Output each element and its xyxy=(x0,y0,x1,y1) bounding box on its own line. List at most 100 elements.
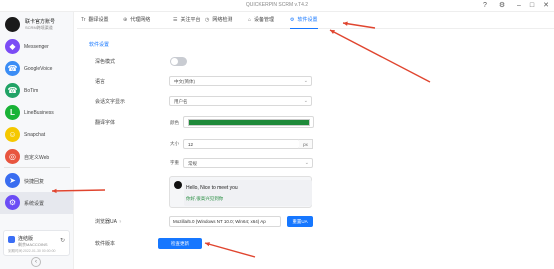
check-update-button[interactable]: 检查更新 xyxy=(158,238,202,249)
language-select[interactable]: 中文(简体) ⌄ xyxy=(169,76,312,86)
sidebar-item-label: LineBusiness xyxy=(24,110,54,116)
tab[interactable]: ◷ 网络检测 xyxy=(205,16,232,29)
color-label: 颜色 xyxy=(170,120,179,125)
preview-translation: 你好,很高兴见到你 xyxy=(186,196,224,201)
tab-label: 代理网络 xyxy=(130,17,151,23)
chevron-down-icon: ⌄ xyxy=(304,160,309,166)
tab-label: 设备管理 xyxy=(254,17,275,23)
minimize-button[interactable]: – xyxy=(514,1,524,11)
annotation-arrows xyxy=(51,21,431,258)
preview-bubble xyxy=(184,180,312,206)
profile-subtitle: SCRM跨境渠道 xyxy=(25,25,53,30)
translation-font-label: 翻译字体 xyxy=(95,120,116,126)
language-value: 中文(简体) xyxy=(174,79,195,84)
section-title: 软件设置 xyxy=(89,42,110,48)
sidebar-item[interactable]: ☎ BoTim xyxy=(0,80,73,102)
sidebar-item[interactable]: ⚙ 系统设置 xyxy=(0,192,73,214)
close-button[interactable]: ✕ xyxy=(541,1,551,11)
tab[interactable]: ⚙ 软件设置 xyxy=(290,16,318,29)
weight-label: 字重 xyxy=(170,160,179,165)
profile[interactable]: 联卡官方账号 SCRM跨境渠道 xyxy=(3,14,73,36)
color-swatch[interactable] xyxy=(188,119,310,126)
tab-bar: Tr 翻译设置 ⊕ 代理网络 ☰ 关注平台 ◷ 网络检测 ⌂ 设备管理 ⚙ 软件设置 xyxy=(77,12,554,29)
language-label: 语言 xyxy=(95,79,106,85)
annotation-arrowhead xyxy=(330,30,335,35)
tab-icon: ⊕ xyxy=(123,17,128,23)
dark-mode-toggle[interactable] xyxy=(170,57,187,66)
dark-mode-label: 深色模式 xyxy=(95,59,116,65)
sidebar-divider xyxy=(4,167,70,168)
annotation-arrow xyxy=(329,29,431,83)
maximize-button[interactable]: □ xyxy=(527,1,537,11)
size-unit: px xyxy=(299,139,313,149)
settings-icon: ⚙ xyxy=(5,195,20,210)
sidebar-item[interactable]: ◎ 自定义Web xyxy=(0,146,73,168)
tab[interactable]: ⌂ 设备管理 xyxy=(248,16,274,29)
sidebar-item-label: 快捷回复 xyxy=(24,179,45,185)
sidebar-item[interactable]: L LineBusiness xyxy=(0,102,73,124)
session-display-select[interactable]: 用户名 ⌄ xyxy=(169,96,312,106)
collapse-sidebar-button[interactable]: ‹ xyxy=(31,257,41,267)
profile-name: 联卡官方账号 xyxy=(25,19,56,25)
quick-reply-icon: ➤ xyxy=(5,173,20,188)
translation-preview: Hello, Nice to meet you 你好,很高兴见到你 xyxy=(169,176,312,208)
help-icon[interactable]: ? xyxy=(119,219,121,224)
tab[interactable]: ⊕ 代理网络 xyxy=(123,16,150,29)
tab[interactable]: ☰ 关注平台 xyxy=(173,16,201,29)
weight-select[interactable]: 常规 ⌄ xyxy=(183,158,313,168)
sidebar-item[interactable]: ◆ Messenger xyxy=(0,36,73,58)
sidebar-item-label: Messenger xyxy=(24,44,49,50)
botim-icon: ☎ xyxy=(5,83,20,98)
tab-icon: ⚙ xyxy=(290,17,295,23)
plan-title: 连结版 xyxy=(18,236,34,242)
annotation-arrowhead xyxy=(205,242,210,247)
sidebar-item-label: GoogleVoice xyxy=(24,66,53,72)
tab-label: 关注平台 xyxy=(180,17,201,23)
tab-icon: ⌂ xyxy=(248,17,252,23)
window-title: QUICKERPIN SCRM v.T4.2 xyxy=(245,2,309,8)
session-display-value: 用户名 xyxy=(174,99,188,104)
tab-label: 翻译设置 xyxy=(88,17,109,23)
tab-label: 软件设置 xyxy=(297,17,318,23)
software-version-label: 软件版本 xyxy=(95,241,116,247)
size-label: 大小 xyxy=(170,141,179,146)
sidebar-item[interactable]: ☺ Snapchat xyxy=(0,124,73,146)
reset-ua-button[interactable]: 重置UA xyxy=(287,216,313,227)
chrome-icon: ◎ xyxy=(5,149,20,164)
sidebar-item-label: BoTim xyxy=(24,88,39,94)
weight-value: 常规 xyxy=(188,161,197,166)
line-icon: L xyxy=(5,105,20,120)
sidebar: 联卡官方账号 SCRM跨境渠道 ◆ Messenger ☎ GoogleVoice ☎ B… xyxy=(0,12,74,269)
chevron-down-icon: ⌄ xyxy=(303,78,308,84)
sidebar-item-label: Snapchat xyxy=(24,132,46,138)
sidebar-item[interactable]: ☎ GoogleVoice xyxy=(0,58,73,80)
avatar xyxy=(5,17,20,32)
preview-message: Hello, Nice to meet you xyxy=(186,185,238,191)
browser-ua-input[interactable]: Mozilla/5.0 (Windows NT 10.0; Win64; x64… xyxy=(169,216,281,227)
messenger-icon: ◆ xyxy=(5,39,20,54)
gear-icon[interactable]: ⚙ xyxy=(497,1,507,11)
plan-expiry: 到期时间:2022-01-30 00:00:00 xyxy=(8,249,56,253)
session-display-label: 会话文字显示 xyxy=(95,99,126,105)
size-input[interactable]: 12 xyxy=(183,139,300,149)
title-bar: QUICKERPIN SCRM v.T4.2 ? ⚙ – □ ✕ xyxy=(0,0,554,12)
sidebar-item[interactable]: ➤ 快捷回复 xyxy=(0,170,73,192)
refresh-icon[interactable]: ↻ xyxy=(60,237,65,244)
tab-icon: ☰ xyxy=(173,17,178,23)
googlevoice-icon: ☎ xyxy=(5,61,20,76)
tab-label: 网络检测 xyxy=(212,17,233,23)
snapchat-icon: ☺ xyxy=(5,127,20,142)
tab-icon: Tr xyxy=(81,17,86,23)
preview-avatar xyxy=(174,181,182,189)
browser-ua-label: 浏览器UA? xyxy=(95,218,121,225)
plan-card[interactable]: 连结版 剩余MACCOINS 到期时间:2022-01-30 00:00:00 … xyxy=(3,230,70,256)
sidebar-item-label: 自定义Web xyxy=(24,155,50,161)
tab-icon: ◷ xyxy=(205,17,210,23)
annotation-arrow xyxy=(204,242,256,258)
sidebar-item-label: 系统设置 xyxy=(24,201,45,207)
chevron-down-icon: ⌄ xyxy=(303,98,308,104)
tab[interactable]: Tr 翻译设置 xyxy=(81,16,109,29)
browser-ua-label-text: 浏览器UA xyxy=(95,219,117,225)
help-icon[interactable]: ? xyxy=(480,1,490,11)
plan-icon xyxy=(8,236,15,243)
